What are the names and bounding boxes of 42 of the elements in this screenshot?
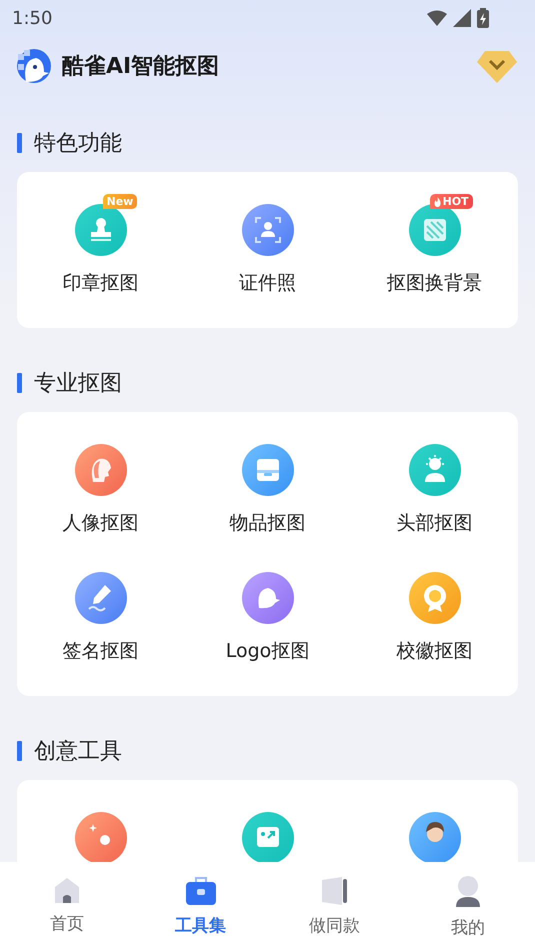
nav-tab[interactable]: 工具集 [134,876,268,937]
user-icon [454,876,482,908]
tool-item[interactable]: New 印章抠图 [17,194,184,322]
nav-tab[interactable]: 首页 [0,876,134,935]
tool-item[interactable]: Logo抠图 [184,562,351,690]
section-title: 特色功能 [34,130,122,158]
section-marker [17,133,22,153]
signal-icon [453,9,471,27]
person-icon [408,444,460,496]
medal-icon [408,572,460,624]
tool-item[interactable]: 校徽抠图 [351,562,518,690]
home-icon [52,876,81,904]
toolbox-icon [184,876,217,906]
tool-item[interactable]: 头部抠图 [351,434,518,562]
bird-logo-icon [16,48,52,84]
flame-icon [434,196,440,206]
avatar-icon [408,812,460,862]
tool-item[interactable]: HOT 抠图换背景 [351,194,518,322]
wifi-icon [427,10,447,26]
bird-icon [242,572,294,624]
section-title: 专业抠图 [34,370,122,398]
tool-item[interactable]: 物品抠图 [184,434,351,562]
tag-badge: New [102,194,138,209]
portrait-icon [74,444,126,496]
section-marker [17,373,22,393]
section-marker [17,741,22,761]
status-time: 1:50 [12,8,52,28]
stamp-icon [74,204,126,256]
nav-tab[interactable]: 做同款 [268,876,402,937]
pen-icon [74,572,126,624]
app-title: 酷雀AI智能抠图 [62,53,220,81]
nav-tab[interactable]: 我的 [401,876,535,939]
tool-item[interactable]: 证件照 [184,194,351,322]
section-title: 创意工具 [34,738,122,766]
box-icon [242,444,294,496]
id-photo-icon [242,204,294,256]
vip-diamond-icon[interactable] [477,49,517,83]
tag-badge: HOT [430,194,473,209]
cards-icon [320,876,348,906]
tool-item[interactable]: 签名抠图 [17,562,184,690]
battery-icon [477,8,489,28]
tool-item[interactable]: 人像抠图 [17,434,184,562]
